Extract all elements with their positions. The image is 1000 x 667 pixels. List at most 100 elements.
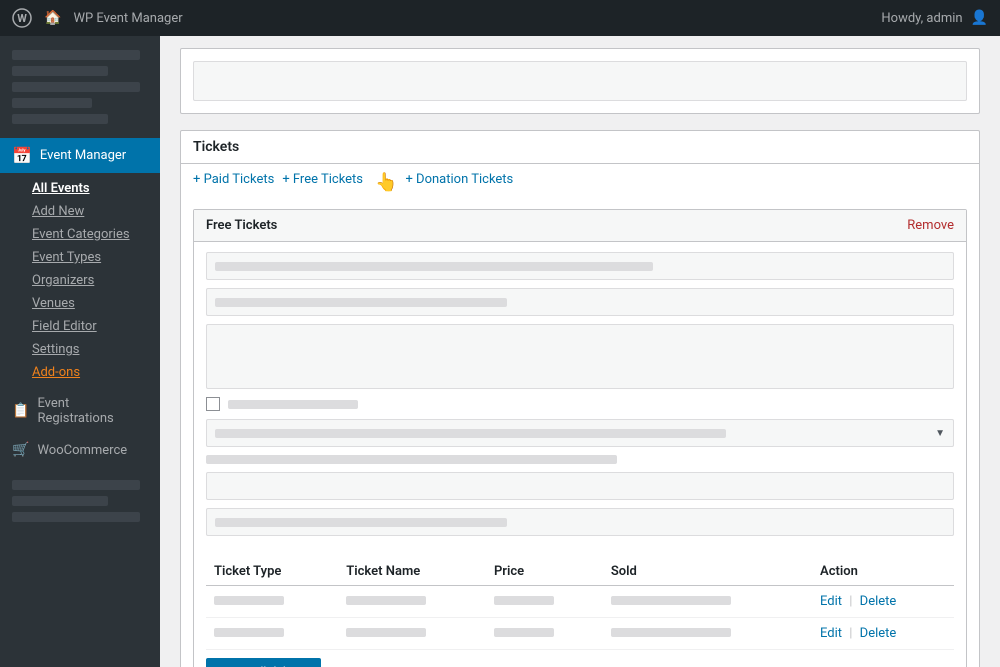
ticket-table-container: Ticket Type Ticket Name Price Sold Actio…: [194, 558, 966, 650]
ticket-input-2[interactable]: [206, 288, 954, 316]
placeholder-name-2: [346, 628, 426, 637]
placeholder-bar-1: [215, 262, 653, 271]
placeholder-bar-4: [215, 518, 507, 527]
admin-bar-left: W 🏠 WP Event Manager: [12, 8, 183, 28]
row2-name: [338, 618, 486, 650]
sidebar-item-woocommerce[interactable]: 🛒 WooCommerce: [0, 434, 160, 466]
delete-link-1[interactable]: Delete: [860, 594, 897, 609]
ticket-add-links: + Paid Tickets + Free Tickets 👆 + Donati…: [181, 164, 979, 201]
col-ticket-name: Ticket Name: [338, 558, 486, 586]
edit-link-2[interactable]: Edit: [820, 626, 842, 641]
ticket-field-1: [206, 252, 954, 280]
delete-link-2[interactable]: Delete: [860, 626, 897, 641]
ticket-field-4: [206, 508, 954, 536]
sidebar-placeholder-3: [12, 82, 140, 92]
greeting-text: Howdy, admin: [881, 11, 962, 26]
row1-type: [206, 586, 338, 618]
top-stub-area: [180, 48, 980, 114]
action-sep-2: |: [849, 626, 855, 641]
placeholder-price-1: [494, 596, 554, 605]
site-name: WP Event Manager: [73, 11, 182, 26]
home-icon[interactable]: 🏠: [44, 10, 61, 26]
sidebar-item-venues[interactable]: Venues: [24, 292, 160, 315]
sidebar-placeholder-1: [12, 50, 140, 60]
placeholder-type-1: [214, 596, 284, 605]
save-all-tickets-button[interactable]: Save all tickets: [206, 658, 321, 667]
free-tickets-header: Free Tickets Remove: [194, 210, 966, 242]
sidebar-item-event-registrations[interactable]: 📋 Event Registrations: [0, 388, 160, 434]
woo-icon: 🛒: [12, 442, 29, 458]
add-free-tickets-link[interactable]: + Free Tickets: [282, 172, 363, 193]
row2-action: Edit | Delete: [812, 618, 954, 650]
remove-ticket-link[interactable]: Remove: [907, 218, 954, 233]
sidebar-placeholder-5: [12, 114, 108, 124]
add-donation-tickets-link[interactable]: + Donation Tickets: [405, 172, 513, 193]
tickets-meta-box: Tickets + Paid Tickets + Free Tickets 👆 …: [180, 130, 980, 667]
sidebar-item-settings[interactable]: Settings: [24, 338, 160, 361]
action-sep-1: |: [849, 594, 855, 609]
free-tickets-title: Free Tickets: [206, 218, 277, 233]
sidebar-item-event-manager[interactable]: 📅 Event Manager: [0, 138, 160, 173]
free-tickets-body: ▼: [194, 242, 966, 554]
ticket-checkbox[interactable]: [206, 397, 220, 411]
row2-price: [486, 618, 603, 650]
col-sold: Sold: [603, 558, 812, 586]
ticket-input-1[interactable]: [206, 252, 954, 280]
event-manager-icon: 📅: [12, 146, 32, 165]
sidebar-placeholder-b2: [12, 496, 108, 506]
sidebar-item-event-categories[interactable]: Event Categories: [24, 223, 160, 246]
ticket-field-2: [206, 288, 954, 316]
placeholder-sold-1: [611, 596, 731, 605]
sidebar-item-addons[interactable]: Add-ons: [24, 361, 160, 384]
event-manager-label: Event Manager: [40, 148, 126, 163]
sidebar-placeholder-b3: [12, 512, 140, 522]
placeholder-price-2: [494, 628, 554, 637]
chevron-down-icon: ▼: [935, 428, 945, 439]
ticket-checkbox-label: [228, 400, 358, 409]
row1-sold: [603, 586, 812, 618]
row2-type: [206, 618, 338, 650]
ticket-field-3: [206, 472, 954, 500]
placeholder-bar-2: [215, 298, 507, 307]
sidebar-item-organizers[interactable]: Organizers: [24, 269, 160, 292]
main-content: Tickets + Paid Tickets + Free Tickets 👆 …: [160, 36, 1000, 667]
sidebar: 📅 Event Manager All Events Add New Event…: [0, 36, 160, 667]
col-action: Action: [812, 558, 954, 586]
event-reg-icon: 📋: [12, 403, 29, 419]
sidebar-top-placeholders: [0, 36, 160, 138]
free-tickets-panel: Free Tickets Remove: [193, 209, 967, 667]
row2-sold: [603, 618, 812, 650]
select-placeholder-bar: [215, 429, 726, 438]
edit-link-1[interactable]: Edit: [820, 594, 842, 609]
ticket-table: Ticket Type Ticket Name Price Sold Actio…: [206, 558, 954, 650]
admin-bar: W 🏠 WP Event Manager Howdy, admin 👤: [0, 0, 1000, 36]
sidebar-bottom-placeholders: [0, 466, 160, 536]
row1-price: [486, 586, 603, 618]
ticket-checkbox-row: [206, 397, 954, 411]
cursor-indicator: 👆: [375, 172, 397, 193]
woo-label: WooCommerce: [37, 443, 127, 458]
ticket-select[interactable]: ▼: [206, 419, 954, 447]
placeholder-name-1: [346, 596, 426, 605]
col-ticket-type: Ticket Type: [206, 558, 338, 586]
sidebar-item-event-types[interactable]: Event Types: [24, 246, 160, 269]
ticket-textarea[interactable]: [206, 324, 954, 389]
sidebar-item-all-events[interactable]: All Events: [24, 177, 160, 200]
placeholder-type-2: [214, 628, 284, 637]
add-paid-tickets-link[interactable]: + Paid Tickets: [193, 172, 274, 193]
user-icon[interactable]: 👤: [971, 10, 988, 26]
ticket-input-4[interactable]: [206, 508, 954, 536]
sidebar-submenu: All Events Add New Event Categories Even…: [0, 173, 160, 388]
ticket-input-3[interactable]: [206, 472, 954, 500]
sidebar-placeholder-b1: [12, 480, 140, 490]
sidebar-item-field-editor[interactable]: Field Editor: [24, 315, 160, 338]
sidebar-item-add-new[interactable]: Add New: [24, 200, 160, 223]
col-price: Price: [486, 558, 603, 586]
row1-name: [338, 586, 486, 618]
row1-action: Edit | Delete: [812, 586, 954, 618]
ticket-table-header-row: Ticket Type Ticket Name Price Sold Actio…: [206, 558, 954, 586]
admin-bar-right: Howdy, admin 👤: [881, 10, 988, 26]
stub-bar: [193, 61, 967, 101]
ticket-small-field-1: [206, 455, 617, 464]
table-row: Edit | Delete: [206, 618, 954, 650]
